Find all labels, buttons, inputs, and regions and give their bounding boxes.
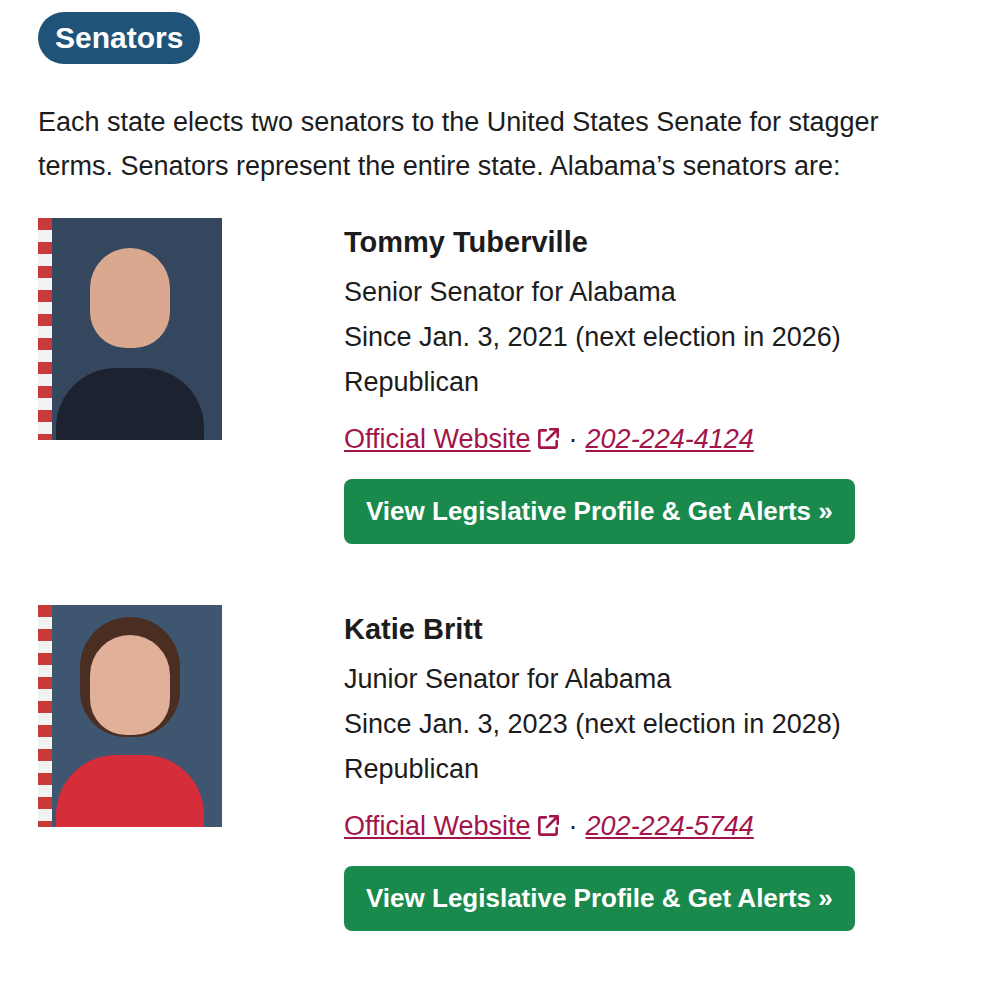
intro-line: terms. Senators represent the entire sta… — [38, 144, 1000, 188]
senator-photo — [38, 605, 222, 827]
senator-card: Tommy Tuberville Senior Senator for Alaba… — [38, 218, 1000, 544]
phone-link[interactable]: 202-224-4124 — [586, 417, 754, 461]
link-separator: · — [569, 804, 578, 848]
portrait-body — [56, 368, 204, 440]
portrait-head — [90, 635, 170, 735]
senator-card: Katie Britt Junior Senator for AlabamaSin… — [38, 605, 1000, 931]
senator-party: Republican — [344, 747, 1000, 792]
portrait-head — [90, 248, 170, 348]
senator-role: Junior Senator for Alabama — [344, 657, 1000, 702]
flag-backdrop — [38, 218, 52, 440]
senator-photo — [38, 218, 222, 440]
website-link[interactable]: Official Website — [344, 804, 561, 848]
senators-page: Senators Each state elects two senators t… — [0, 0, 1000, 931]
senator-party: Republican — [344, 360, 1000, 405]
senator-term: Since Jan. 3, 2021 (next election in 202… — [344, 315, 1000, 360]
website-link[interactable]: Official Website — [344, 417, 561, 461]
portrait-body — [56, 755, 204, 827]
profile-button[interactable]: View Legislative Profile & Get Alerts » — [344, 866, 855, 931]
senator-info: Tommy Tuberville Senior Senator for Alaba… — [344, 218, 1000, 544]
link-separator: · — [569, 417, 578, 461]
phone-link[interactable]: 202-224-5744 — [586, 804, 754, 848]
intro-line: Each state elects two senators to the Un… — [38, 100, 1000, 144]
contact-links: Official Website ·202-224-5744 — [344, 804, 1000, 848]
external-link-icon — [535, 426, 561, 452]
senator-name: Katie Britt — [344, 607, 1000, 651]
flag-backdrop — [38, 605, 52, 827]
section-badge: Senators — [38, 12, 200, 64]
profile-button[interactable]: View Legislative Profile & Get Alerts » — [344, 479, 855, 544]
contact-links: Official Website ·202-224-4124 — [344, 417, 1000, 461]
senator-name: Tommy Tuberville — [344, 220, 1000, 264]
senator-list: Tommy Tuberville Senior Senator for Alaba… — [38, 218, 1000, 931]
intro-text: Each state elects two senators to the Un… — [38, 100, 1000, 188]
senator-role: Senior Senator for Alabama — [344, 270, 1000, 315]
external-link-icon — [535, 813, 561, 839]
senator-info: Katie Britt Junior Senator for AlabamaSin… — [344, 605, 1000, 931]
senator-term: Since Jan. 3, 2023 (next election in 202… — [344, 702, 1000, 747]
